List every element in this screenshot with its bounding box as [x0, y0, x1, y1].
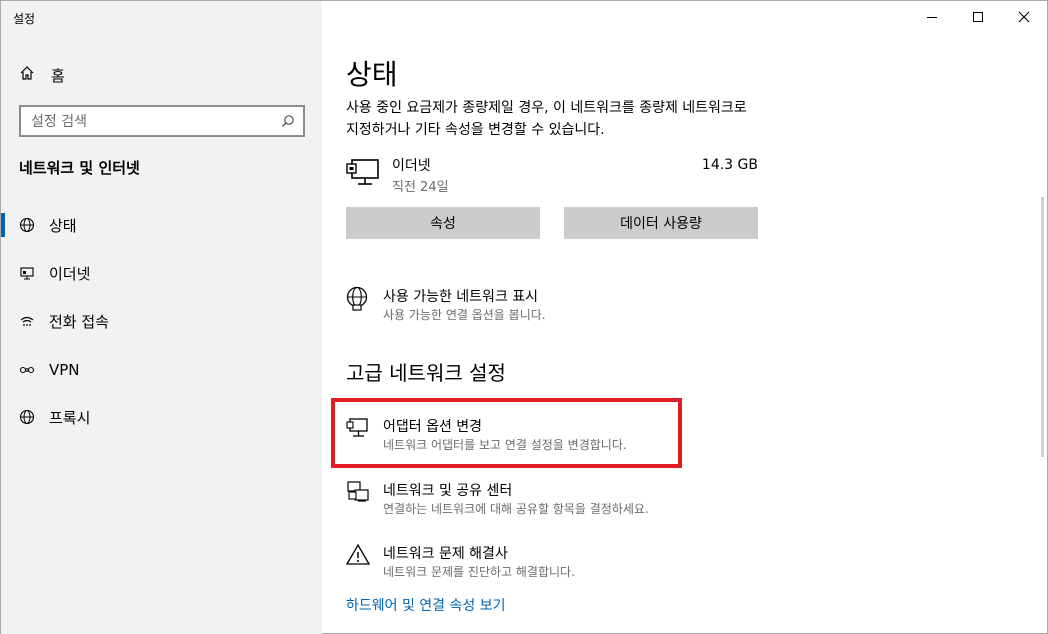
search-icon[interactable] — [273, 114, 303, 128]
globe-network-icon — [346, 286, 370, 311]
vpn-icon — [1, 362, 49, 378]
sidebar-item-ethernet[interactable]: 이더넷 — [1, 253, 322, 293]
search-box[interactable]: 설정 검색 — [19, 105, 305, 137]
globe-icon — [1, 409, 49, 425]
sidebar-item-dialup[interactable]: 전화 접속 — [1, 301, 322, 341]
dialup-icon — [1, 313, 49, 329]
sharing-center-subtitle: 연결하는 네트워크에 대해 공유할 항목을 결정하세요. — [383, 502, 649, 516]
maximize-button[interactable] — [955, 1, 1001, 33]
minimize-button[interactable] — [909, 1, 955, 33]
show-networks-title: 사용 가능한 네트워크 표시 — [383, 289, 539, 305]
close-icon — [1018, 11, 1030, 23]
show-networks-subtitle: 사용 가능한 연결 옵션을 봅니다. — [383, 308, 546, 322]
home-icon — [19, 65, 51, 85]
properties-button[interactable]: 속성 — [346, 207, 540, 239]
connection-name: 이더넷 — [392, 158, 431, 174]
sidebar-item-vpn[interactable]: VPN — [1, 350, 322, 390]
maximize-icon — [973, 12, 983, 22]
sharing-center-title: 네트워크 및 공유 센터 — [383, 483, 513, 499]
home-link[interactable]: 홈 — [19, 63, 65, 87]
globe-icon — [1, 217, 49, 233]
adapter-options-subtitle: 네트워크 어댑터를 보고 연결 설정을 변경합니다. — [383, 438, 627, 452]
sidebar-item-label: 프록시 — [49, 408, 91, 427]
home-label: 홈 — [51, 66, 65, 85]
section-title: 네트워크 및 인터넷 — [19, 159, 140, 177]
sidebar-item-label: 전화 접속 — [49, 312, 109, 331]
close-button[interactable] — [1001, 1, 1047, 33]
troubleshooter-title: 네트워크 문제 해결사 — [383, 546, 508, 562]
data-usage-button[interactable]: 데이터 사용량 — [564, 207, 758, 239]
advanced-settings-heading: 고급 네트워크 설정 — [346, 361, 506, 385]
settings-window: 설정 홈 설정 검색 네트워크 및 인터넷 상태 이더넷 전화 접속 VPN 프… — [0, 0, 1048, 634]
warning-icon — [345, 543, 371, 567]
page-title: 상태 — [346, 58, 398, 91]
scrollbar[interactable] — [1041, 197, 1044, 457]
ethernet-icon — [346, 157, 380, 191]
sidebar-item-proxy[interactable]: 프록시 — [1, 397, 322, 437]
sidebar-item-label: VPN — [49, 361, 80, 379]
sidebar-item-label: 이더넷 — [49, 264, 91, 283]
adapter-icon — [346, 416, 370, 440]
sidebar: 설정 홈 설정 검색 네트워크 및 인터넷 상태 이더넷 전화 접속 VPN 프… — [1, 1, 322, 634]
troubleshooter-subtitle: 네트워크 문제를 진단하고 해결합니다. — [383, 565, 575, 579]
ethernet-icon — [1, 265, 49, 281]
connection-time: 직전 24일 — [392, 180, 449, 195]
sidebar-item-status[interactable]: 상태 — [1, 205, 322, 245]
status-description: 사용 중인 요금제가 종량제일 경우, 이 네트워크를 종량제 네트워크로 지정… — [346, 100, 747, 138]
hardware-properties-link[interactable]: 하드웨어 및 연결 속성 보기 — [346, 595, 505, 615]
search-input[interactable]: 설정 검색 — [31, 111, 273, 131]
sidebar-item-label: 상태 — [49, 216, 77, 235]
sharing-center-icon — [346, 480, 370, 504]
window-controls — [909, 1, 1047, 33]
window-title: 설정 — [13, 12, 36, 26]
minimize-icon — [927, 17, 937, 18]
adapter-options-title: 어댑터 옵션 변경 — [383, 419, 483, 435]
connection-data-usage: 14.3 GB — [701, 157, 758, 173]
